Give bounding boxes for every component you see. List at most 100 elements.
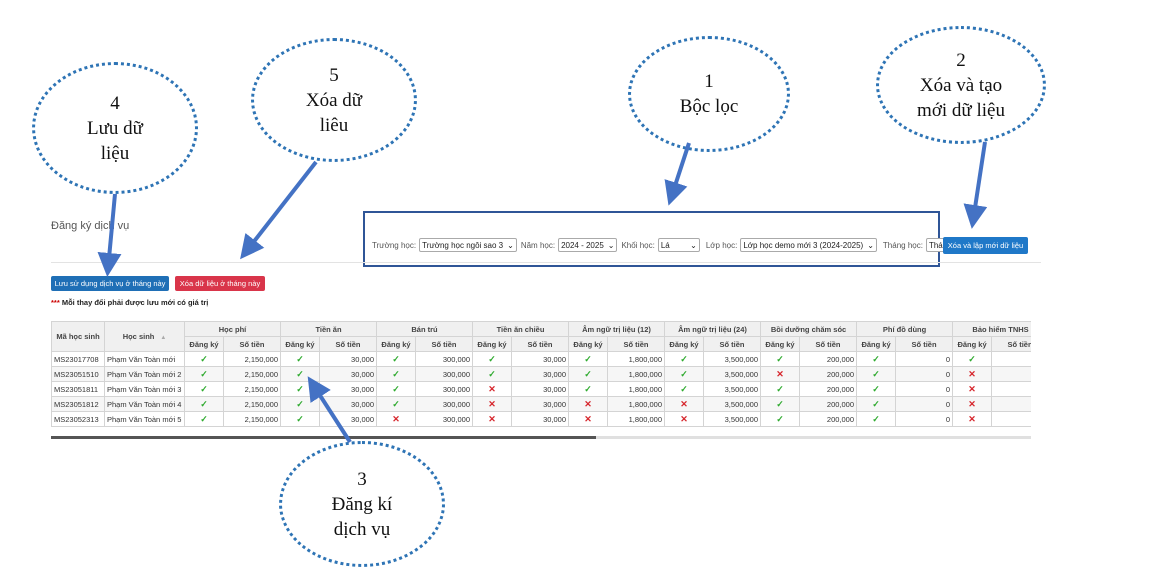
student-id-cell: MS23051812 xyxy=(51,396,105,412)
not-registered-x-icon[interactable]: ✕ xyxy=(952,366,993,382)
column-header-student[interactable]: Học sinh ▲ xyxy=(104,321,185,352)
filter-bar: Trường học: Trường học ngôi sao 3 ⌄ Năm h… xyxy=(368,238,977,252)
annotation-2-text-line2: mới dữ liệu xyxy=(917,99,1005,121)
not-registered-x-icon[interactable]: ✕ xyxy=(664,411,705,427)
registered-check-icon[interactable]: ✓ xyxy=(376,366,416,382)
column-group-header: Tiền ăn xyxy=(280,321,377,337)
amount-cell: 200,000 xyxy=(799,396,858,412)
amount-cell: 30,000 xyxy=(319,411,377,427)
table-row[interactable]: MS23051811 Phạm Văn Toàn mới 3 ✓ 2,150,000 ✓… xyxy=(51,381,1031,397)
registered-check-icon[interactable]: ✓ xyxy=(280,366,320,382)
table-row[interactable]: MS23051812 Phạm Văn Toàn mới 4 ✓ 2,150,000 ✓… xyxy=(51,396,1031,412)
registered-check-icon[interactable]: ✓ xyxy=(568,381,609,397)
amount-cell: 1,800,000 xyxy=(607,366,666,382)
year-select-value: 2024 - 2025 xyxy=(561,240,604,250)
not-registered-x-icon[interactable]: ✕ xyxy=(472,396,512,412)
school-select[interactable]: Trường học ngôi sao 3 ⌄ xyxy=(419,238,517,252)
subheader-register: Đăng ký xyxy=(952,336,993,352)
registered-check-icon[interactable]: ✓ xyxy=(376,396,416,412)
chevron-down-icon: ⌄ xyxy=(507,240,514,250)
registered-check-icon[interactable]: ✓ xyxy=(760,396,801,412)
registered-check-icon[interactable]: ✓ xyxy=(760,351,801,367)
not-registered-x-icon[interactable]: ✕ xyxy=(568,411,609,427)
registered-check-icon[interactable]: ✓ xyxy=(664,351,705,367)
registered-check-icon[interactable]: ✓ xyxy=(568,351,609,367)
year-select[interactable]: 2024 - 2025 ⌄ xyxy=(558,238,618,252)
annotation-2-reset: 2 Xóa và tạo mới dữ liệu xyxy=(876,26,1046,144)
not-registered-x-icon[interactable]: ✕ xyxy=(472,411,512,427)
reset-data-button[interactable]: Xóa và lập mới dữ liệu xyxy=(943,237,1028,254)
amount-cell: 200,000 xyxy=(799,411,858,427)
registered-check-icon[interactable]: ✓ xyxy=(376,381,416,397)
column-header-student-id[interactable]: Mã học sinh xyxy=(51,321,105,352)
registered-check-icon[interactable]: ✓ xyxy=(472,351,512,367)
registered-check-icon[interactable]: ✓ xyxy=(280,381,320,397)
amount-cell: 300,000 xyxy=(415,381,473,397)
grade-select[interactable]: Lá ⌄ xyxy=(657,238,700,252)
class-select[interactable]: Lớp học demo mới 3 (2024-2025) ⌄ xyxy=(740,238,877,252)
registered-check-icon[interactable]: ✓ xyxy=(856,366,897,382)
registered-check-icon[interactable]: ✓ xyxy=(376,351,416,367)
subheader-register: Đăng ký xyxy=(376,336,416,352)
registered-check-icon[interactable]: ✓ xyxy=(856,351,897,367)
annotation-5-delete: 5 Xóa dữ liêu xyxy=(251,38,417,162)
arrow-2 xyxy=(963,141,988,229)
scrollbar-thumb[interactable] xyxy=(51,436,596,439)
student-name-cell: Phạm Văn Toàn mới 4 xyxy=(104,396,185,412)
not-registered-x-icon[interactable]: ✕ xyxy=(472,381,512,397)
table-row[interactable]: MS23051510 Phạm Văn Toàn mới 2 ✓ 2,150,000 ✓… xyxy=(51,366,1031,382)
amount-cell: 3,500,000 xyxy=(703,396,762,412)
horizontal-scrollbar[interactable] xyxy=(51,436,1031,439)
registered-check-icon[interactable]: ✓ xyxy=(760,411,801,427)
registered-check-icon[interactable]: ✓ xyxy=(856,396,897,412)
grade-label: Khối học: xyxy=(621,240,655,250)
registered-check-icon[interactable]: ✓ xyxy=(280,351,320,367)
table-row[interactable]: MS23017708 Phạm Văn Toàn mới ✓ 2,150,000 ✓ 30… xyxy=(51,351,1031,367)
delete-month-button[interactable]: Xóa dữ liệu ở tháng này xyxy=(175,276,265,291)
table-row[interactable]: MS23052313 Phạm Văn Toàn mới 5 ✓ 2,150,000 ✓… xyxy=(51,411,1031,427)
subheader-amount: Số tiền xyxy=(991,336,1031,352)
registered-check-icon[interactable]: ✓ xyxy=(952,351,993,367)
annotation-1-number: 1 xyxy=(704,71,714,92)
column-group-header: Bồi dưỡng chăm sóc xyxy=(760,321,858,337)
not-registered-x-icon[interactable]: ✕ xyxy=(376,411,416,427)
registered-check-icon[interactable]: ✓ xyxy=(280,411,320,427)
not-registered-x-icon[interactable]: ✕ xyxy=(664,396,705,412)
annotation-4-text-line2: liệu xyxy=(100,142,130,164)
subheader-register: Đăng ký xyxy=(760,336,801,352)
registered-check-icon[interactable]: ✓ xyxy=(760,381,801,397)
amount-cell: 30,000 xyxy=(510,351,570,367)
not-registered-x-icon[interactable]: ✕ xyxy=(952,411,993,427)
registered-check-icon[interactable]: ✓ xyxy=(664,381,705,397)
registered-check-icon[interactable]: ✓ xyxy=(856,411,897,427)
save-month-button[interactable]: Lưu sử dụng dịch vụ ở tháng này xyxy=(51,276,169,291)
amount-cell: 1,800,000 xyxy=(607,396,666,412)
not-registered-x-icon[interactable]: ✕ xyxy=(952,396,993,412)
subheader-register: Đăng ký xyxy=(472,336,512,352)
registered-check-icon[interactable]: ✓ xyxy=(856,381,897,397)
subheader-register: Đăng ký xyxy=(184,336,224,352)
amount-cell: 30,000 xyxy=(319,366,377,382)
amount-cell: 1,800,000 xyxy=(607,411,666,427)
registered-check-icon[interactable]: ✓ xyxy=(184,366,224,382)
not-registered-x-icon[interactable]: ✕ xyxy=(760,366,801,382)
registered-check-icon[interactable]: ✓ xyxy=(472,366,512,382)
not-registered-x-icon[interactable]: ✕ xyxy=(952,381,993,397)
registered-check-icon[interactable]: ✓ xyxy=(184,396,224,412)
registered-check-icon[interactable]: ✓ xyxy=(664,366,705,382)
student-name-cell: Phạm Văn Toàn mới 5 xyxy=(104,411,185,427)
amount-cell: 3,500,000 xyxy=(703,411,762,427)
annotation-4-text-line1: Lưu dữ xyxy=(87,117,143,139)
amount-cell: 30,000 xyxy=(510,366,570,382)
grade-select-value: Lá xyxy=(660,240,670,250)
not-registered-x-icon[interactable]: ✕ xyxy=(568,396,609,412)
month-label: Tháng học: xyxy=(882,240,923,250)
registered-check-icon[interactable]: ✓ xyxy=(184,411,224,427)
registered-check-icon[interactable]: ✓ xyxy=(184,381,224,397)
registered-check-icon[interactable]: ✓ xyxy=(184,351,224,367)
annotation-3-number: 3 xyxy=(357,468,367,490)
registered-check-icon[interactable]: ✓ xyxy=(568,366,609,382)
page-title: Đăng ký dịch vụ xyxy=(51,220,130,232)
amount-cell: 100 xyxy=(991,411,1031,427)
registered-check-icon[interactable]: ✓ xyxy=(280,396,320,412)
